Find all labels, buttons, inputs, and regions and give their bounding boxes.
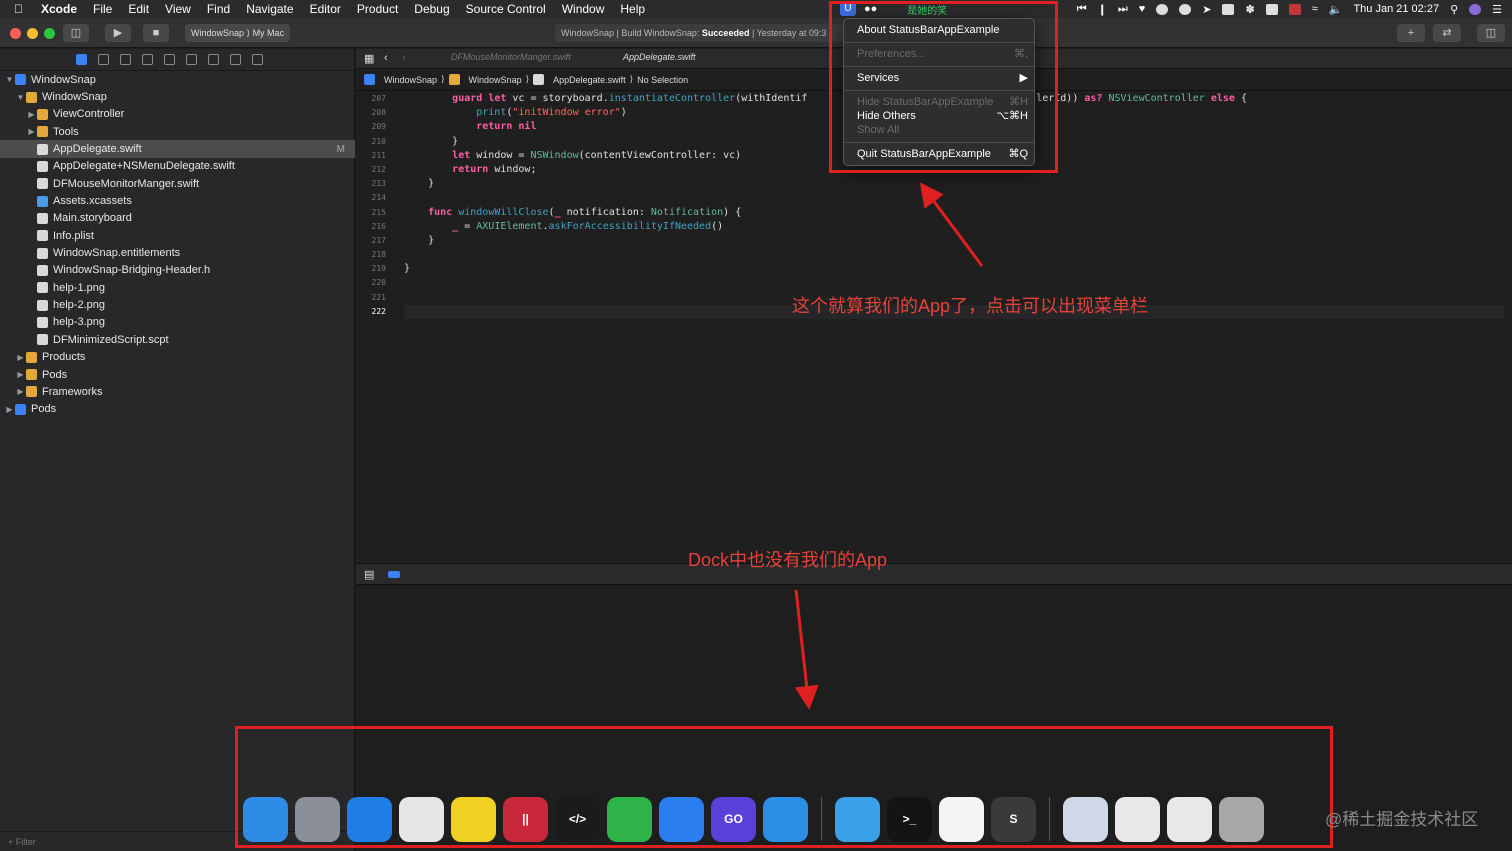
annotation-dock-note: Dock中也没有我们的App (688, 550, 888, 570)
annotation-app-note: 这个就算我们的App了，点击可以出现菜单栏 (792, 296, 1149, 316)
arrow-to-dock (794, 589, 819, 710)
watermark: @稀土掘金技术社区 (1325, 810, 1479, 829)
arrow-to-status-menu (919, 182, 984, 267)
annotation-arrows (794, 182, 984, 710)
